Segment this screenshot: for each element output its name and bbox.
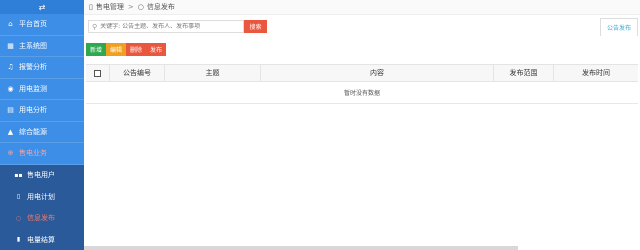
breadcrumb-separator: >: [127, 3, 134, 11]
select-all-cell: [86, 65, 110, 81]
doc-icon: ▮: [16, 236, 21, 244]
sidebar-item-energy[interactable]: ▲ 综合能源: [0, 122, 84, 143]
flask-icon: ▲: [7, 127, 14, 136]
sidebar-subitem-plan[interactable]: ▯ 用电计划: [0, 186, 84, 208]
grid-icon: ▪▪: [14, 171, 23, 179]
delete-button[interactable]: 删除: [126, 43, 147, 56]
add-button[interactable]: 新增: [86, 43, 107, 56]
doc-icon: ▯: [16, 193, 21, 201]
sidebar-item-label: 售电业务: [19, 149, 47, 158]
doc-icon: ▯: [89, 3, 93, 11]
column-header-id[interactable]: 公告编号: [110, 65, 165, 81]
sidebar-item-label: 用电分析: [19, 106, 47, 115]
empty-message: 暂时没有数据: [86, 82, 638, 104]
column-header-content[interactable]: 内容: [261, 65, 494, 81]
sidebar-item-diagram[interactable]: ▦ 主系统图: [0, 36, 84, 57]
home-icon: ⌂: [8, 20, 13, 29]
sidebar-item-label: 主系统图: [19, 41, 47, 50]
sidebar-subitem-users[interactable]: ▪▪ 售电用户: [0, 165, 84, 187]
breadcrumb-parent[interactable]: 售电管理: [96, 2, 124, 12]
sidebar-item-analysis[interactable]: ▤ 用电分析: [0, 100, 84, 122]
breadcrumb-current: 信息发布: [146, 3, 175, 11]
column-header-subject[interactable]: 主题: [165, 65, 261, 81]
globe-icon: ⊕: [7, 149, 14, 158]
sidebar-item-label: 综合能源: [19, 127, 47, 136]
sidebar-item-label: 报警分析: [19, 63, 47, 72]
circle-icon: ○: [15, 214, 22, 222]
publish-button[interactable]: 发布: [146, 43, 167, 56]
search-input[interactable]: [100, 23, 241, 30]
sidebar-item-alarm[interactable]: ♫ 报警分析: [0, 57, 84, 79]
sidebar-item-home[interactable]: ⌂ 平台首页: [0, 14, 84, 36]
search-row: ⚲ 搜索: [88, 19, 267, 34]
sidebar: ⇄ ⌂ 平台首页 ▦ 主系统图 ♫ 报警分析 ◉ 用电监测 ▤ 用电分析 ▲ 综…: [0, 0, 84, 250]
sidebar-submenu: ▪▪ 售电用户 ▯ 用电计划 ○ 信息发布 ▮ 电量结算: [0, 164, 84, 250]
search-icon: ⚲: [92, 22, 98, 31]
sidebar-subitem-label: 用电计划: [27, 192, 55, 201]
column-header-time[interactable]: 发布时间: [554, 65, 638, 81]
toggle-icon[interactable]: ⇄: [39, 3, 46, 12]
circle-icon: ○: [137, 3, 144, 11]
bell-icon: ♫: [7, 63, 14, 72]
action-toolbar: 新增 编辑 删除 发布: [86, 43, 167, 56]
main-content: ▯ 售电管理 > ○ 信息发布 ⚲ 搜索 公告发布 新增 编辑 删除 发布 公告…: [84, 0, 640, 250]
table-header: 公告编号 主题 内容 发布范围 发布时间: [86, 65, 638, 82]
column-header-scope[interactable]: 发布范围: [494, 65, 554, 81]
edit-button[interactable]: 编辑: [106, 43, 127, 56]
eye-icon: ◉: [7, 84, 14, 93]
tab-announcement[interactable]: 公告发布: [600, 18, 638, 36]
sidebar-subitem-publish[interactable]: ○ 信息发布: [0, 208, 84, 230]
diagram-icon: ▦: [7, 41, 14, 50]
sidebar-item-label: 用电监测: [19, 84, 47, 93]
breadcrumb: ▯ 售电管理 > ○ 信息发布: [84, 0, 640, 15]
sidebar-item-monitor[interactable]: ◉ 用电监测: [0, 79, 84, 100]
sidebar-subitem-settlement[interactable]: ▮ 电量结算: [0, 229, 84, 250]
sidebar-subitem-label: 售电用户: [27, 171, 55, 180]
horizontal-scrollbar[interactable]: [84, 246, 518, 250]
select-all-checkbox[interactable]: [94, 69, 101, 77]
search-box: ⚲: [88, 20, 244, 33]
search-button[interactable]: 搜索: [244, 20, 267, 33]
sidebar-subitem-label: 电量结算: [27, 235, 55, 244]
sidebar-item-label: 平台首页: [19, 20, 47, 29]
announcement-table: 公告编号 主题 内容 发布范围 发布时间 暂时没有数据: [86, 64, 638, 104]
sidebar-subitem-label: 信息发布: [27, 214, 55, 223]
sidebar-item-sales[interactable]: ⊕ 售电业务: [0, 143, 84, 165]
sidebar-toggle[interactable]: ⇄: [0, 0, 84, 14]
chart-icon: ▤: [7, 106, 14, 115]
